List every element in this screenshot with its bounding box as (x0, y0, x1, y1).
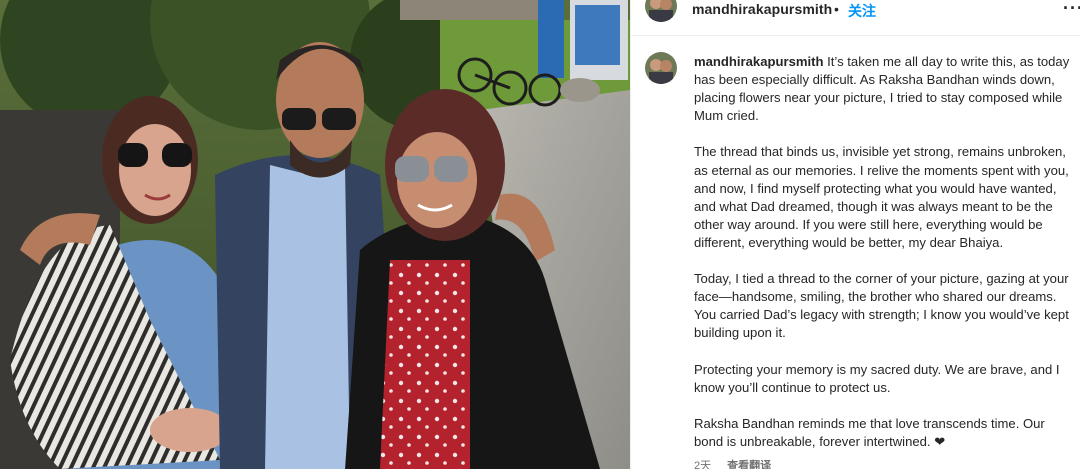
caption-paragraph: The thread that binds us, invisible yet … (694, 144, 1069, 250)
caption-paragraph: Protecting your memory is my sacred duty… (694, 361, 1060, 395)
more-horizontal-icon[interactable]: ··· (1063, 0, 1080, 19)
separator-dot: • (834, 1, 839, 17)
post-sidebar: mandhirakapursmith • 关注 ··· mandhirakapu… (630, 0, 1080, 469)
caption-username[interactable]: mandhirakapursmith (694, 54, 824, 69)
caption-paragraph: mandhirakapursmith It’s taken me all day… (694, 53, 1072, 125)
caption-paragraph: Today, I tied a thread to the corner of … (694, 271, 1069, 341)
avatar-image (645, 52, 677, 84)
post-header: mandhirakapursmith • 关注 ··· (631, 0, 1080, 34)
post-timestamp[interactable]: 2天 (694, 457, 711, 469)
see-translation-link[interactable]: 查看翻译 (727, 457, 771, 469)
caption-paragraph: Raksha Bandhan reminds me that love tran… (694, 415, 1045, 449)
header-divider (631, 35, 1080, 36)
avatar[interactable] (645, 0, 677, 22)
post-photo[interactable] (0, 0, 630, 469)
post-caption: mandhirakapursmith It’s taken me all day… (694, 53, 1072, 451)
follow-button[interactable]: 关注 (848, 1, 876, 21)
caption-meta: 2天 查看翻译 (694, 457, 771, 469)
caption-avatar[interactable] (645, 52, 677, 84)
family-photo-illustration (0, 0, 630, 469)
avatar-image (645, 0, 677, 22)
post-author-username[interactable]: mandhirakapursmith (692, 1, 832, 17)
